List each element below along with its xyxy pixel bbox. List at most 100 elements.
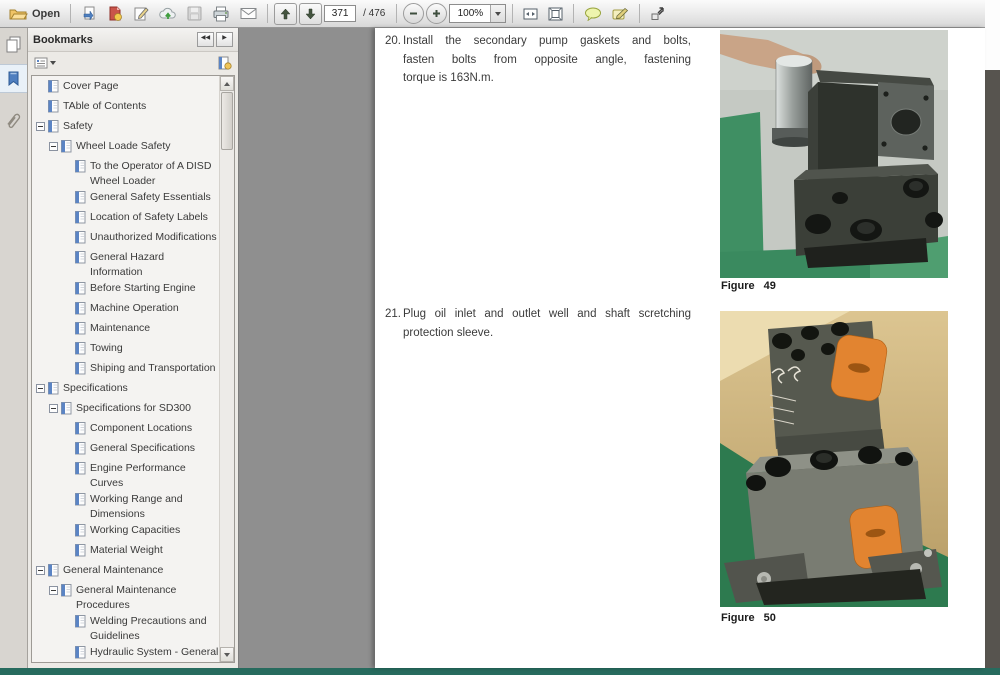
bookmark-item-label: Cover Page [63,80,119,92]
scrollbar-thumb[interactable] [221,92,233,150]
save-button[interactable] [183,3,206,25]
step-text: Plug oil inlet and outlet well and shaft… [403,305,691,342]
previous-page-button[interactable] [274,2,298,25]
bookmark-item[interactable]: Welding Precautions and Guidelines [63,614,219,644]
bookmarks-tab[interactable] [0,64,27,93]
bookmarks-panel: Bookmarks ◀◀ ▶ Cover Page TAble of Conte… [28,28,239,668]
collapse-minus-icon[interactable] [49,404,58,413]
bookmark-item-label: General Hazard Information [90,251,165,278]
bookmark-item[interactable]: Location of Safety Labels [63,210,219,229]
window-bottom-edge [0,668,1000,675]
bookmark-item[interactable]: Specifications for SD300 [49,401,219,420]
text-line: protection sleeve. [403,326,494,339]
highlight-sign-button[interactable] [608,3,633,25]
navigation-rail [0,28,28,668]
scroll-down-button[interactable] [220,647,234,662]
bookmark-item-label: General Specifications [90,442,196,454]
bookmark-item[interactable]: To the Operator of A DISD Wheel Loader [63,159,219,189]
bookmarks-panel-header: Bookmarks ◀◀ ▶ [28,28,238,52]
fit-width-icon [523,8,538,19]
stamp-pen-icon [612,7,629,19]
bookmark-item[interactable]: Hydraulic System - General Precautions [63,645,219,662]
bookmarks-panel-title: Bookmarks [33,33,93,46]
bookmark-item[interactable]: Working Capacities [63,523,219,542]
collapse-minus-icon[interactable] [49,586,58,595]
figure-50-photo [720,310,948,608]
bookmark-page-icon [75,251,86,269]
collapse-minus-icon[interactable] [36,384,45,393]
bookmark-item[interactable]: Unauthorized Modifications [63,230,219,249]
scroll-up-button[interactable] [220,76,234,91]
bookmark-item[interactable]: Cover Page [36,79,219,98]
triangle-down-icon [224,652,230,657]
open-folder-icon [9,9,28,19]
paperclip-icon [7,112,21,128]
fullscreen-button[interactable] [646,3,669,25]
bookmark-item[interactable]: Maintenance [63,321,219,340]
page-number-input[interactable] [324,5,357,22]
toolbar-separator [512,4,514,23]
bookmark-page-icon [75,442,86,460]
bookmark-item[interactable]: Engine Performance Curves [63,461,219,491]
bookmark-item[interactable]: General Maintenance Procedures [49,583,219,613]
panel-expand-button[interactable]: ▶ [216,32,233,47]
comment-button[interactable] [580,3,606,25]
comment-bubble-icon [585,7,602,21]
bookmark-item[interactable]: Machine Operation [63,301,219,320]
bookmark-item[interactable]: General Maintenance [36,563,219,582]
convert-pdf-button[interactable] [103,3,127,25]
bookmark-item-label: TAble of Contents [63,100,147,112]
cloud-upload-button[interactable] [155,3,181,25]
collapse-minus-icon[interactable] [36,566,45,575]
step-number: 21. [385,308,401,320]
sign-document-button[interactable] [129,3,153,25]
bookmark-item[interactable]: TAble of Contents [36,99,219,118]
email-button[interactable] [236,3,261,25]
bookmark-item[interactable]: Specifications [36,381,219,400]
bookmark-item-label: Maintenance [90,322,151,334]
zoom-in-button[interactable] [426,3,448,24]
panel-collapse-button[interactable]: ◀◀ [197,32,214,47]
bookmark-options-button[interactable] [34,57,56,69]
fit-width-button[interactable] [519,3,542,25]
bookmark-item[interactable]: Component Locations [63,421,219,440]
bookmark-item[interactable]: Safety [36,119,219,138]
print-button[interactable] [208,3,234,25]
bookmark-item[interactable]: General Safety Essentials [63,190,219,209]
next-page-button[interactable] [299,2,323,25]
bookmark-page-icon [75,646,86,662]
bookmark-item-label: Engine Performance Curves [90,462,186,489]
bookmark-page-icon [75,211,86,229]
bookmark-page-icon [75,342,86,360]
zoom-dropdown-button[interactable] [490,5,506,22]
new-bookmark-button[interactable] [217,56,232,70]
collapse-minus-icon[interactable] [36,122,45,131]
fit-page-button[interactable] [544,3,567,25]
zoom-level-dropdown[interactable]: 100% [449,4,507,23]
bookmark-item[interactable]: General Specifications [63,441,219,460]
bookmark-page-icon [48,120,59,138]
open-button[interactable]: Open [5,3,64,25]
bookmarks-scrollbar[interactable] [219,76,234,662]
bookmark-item-label: Material Weight [90,544,163,556]
bookmark-item[interactable]: Material Weight [63,543,219,562]
page-thumbnails-tab[interactable] [0,31,27,58]
bookmark-item[interactable]: Wheel Loade Safety [49,139,219,158]
bookmark-item[interactable]: Before Starting Engine [63,281,219,300]
cloud-upload-icon [159,7,176,19]
save-file-button[interactable] [77,3,101,25]
toolbar-separator [396,4,398,23]
bookmark-item[interactable]: General Hazard Information [63,250,219,280]
bookmark-item[interactable]: Shiping and Transportation [63,361,219,380]
bookmark-item[interactable]: Working Range and Dimensions [63,492,219,522]
fit-page-icon [548,7,563,20]
collapse-minus-icon[interactable] [49,142,58,151]
toolbar-separator [573,4,575,23]
save-file-icon [83,6,95,21]
document-area[interactable]: 20. Install the secondary pump gaskets a… [239,28,985,668]
zoom-out-button[interactable] [403,3,425,24]
window-right-edge [985,70,1000,668]
bookmark-page-icon [75,282,86,300]
bookmark-item[interactable]: Towing [63,341,219,360]
bookmark-page-icon [75,493,86,511]
